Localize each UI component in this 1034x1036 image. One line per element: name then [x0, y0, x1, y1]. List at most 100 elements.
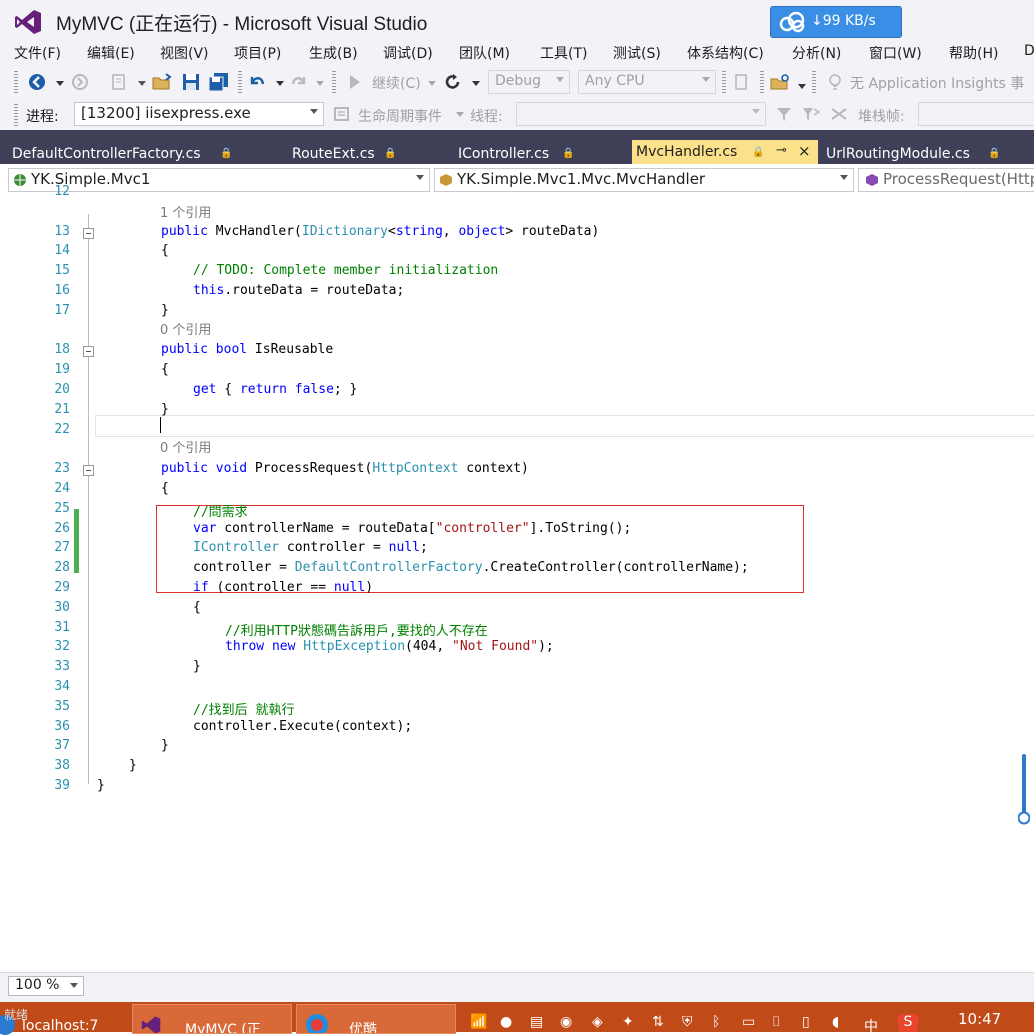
code-line[interactable]: if (controller == null) — [193, 580, 373, 595]
menu-edit[interactable]: 编辑(E) — [87, 43, 135, 63]
code-line[interactable]: public MvcHandler(IDictionary<string, ob… — [161, 224, 599, 239]
menu-file[interactable]: 文件(F) — [14, 43, 61, 63]
tray-shield-icon[interactable]: ⛨ — [682, 1014, 693, 1030]
code-line[interactable]: controller.Execute(context); — [193, 719, 412, 734]
code-line[interactable]: IController controller = null; — [193, 540, 428, 555]
code-line[interactable]: //利用HTTP狀態碼告訴用戶,要找的人不存在 — [225, 620, 488, 639]
tab-mvc-handler[interactable]: MvcHandler.cs 🔒 ⊸ × — [632, 140, 818, 164]
code-lens-references[interactable]: 1 个引用 — [160, 202, 211, 221]
menu-architecture[interactable]: 体系结构(C) — [687, 43, 764, 63]
pin-tab-icon[interactable]: ⊸ — [776, 143, 787, 158]
task-visual-studio[interactable]: MyMVC (正 — [132, 1004, 292, 1034]
menu-window[interactable]: 窗口(W) — [869, 43, 922, 63]
code-line[interactable]: } — [161, 402, 169, 417]
qq-icon[interactable]: ◉ — [560, 1014, 572, 1030]
class-select[interactable]: YK.Simple.Mvc1.Mvc.MvcHandler — [434, 168, 854, 192]
redo-icon[interactable] — [290, 73, 308, 91]
menu-tools[interactable]: 工具(T) — [540, 43, 587, 63]
find-in-files-icon[interactable] — [770, 73, 790, 91]
toolbar-grip[interactable] — [14, 104, 18, 126]
toolbar-overflow-icon[interactable] — [798, 84, 806, 89]
code-line[interactable]: } — [193, 659, 201, 674]
menu-project[interactable]: 项目(P) — [234, 43, 281, 63]
open-folder-icon[interactable] — [152, 73, 172, 91]
project-select[interactable]: YK.Simple.Mvc1 — [8, 168, 430, 192]
code-line[interactable]: } — [129, 758, 137, 773]
close-tab-icon[interactable]: × — [798, 142, 811, 160]
solution-config-select[interactable]: Debug — [488, 70, 570, 94]
code-line[interactable]: var controllerName = routeData["controll… — [193, 521, 631, 536]
tray-monitor-icon[interactable]: ▯ — [802, 1014, 810, 1030]
menu-help[interactable]: 帮助(H) — [949, 43, 998, 63]
tray-usb-icon[interactable]: ⌷ — [772, 1014, 780, 1030]
code-line[interactable]: } — [161, 303, 169, 318]
menu-debug[interactable]: 调试(D) — [383, 43, 433, 63]
continue-play-icon[interactable] — [350, 75, 360, 89]
continue-button-label[interactable]: 继续(C) — [372, 73, 421, 93]
forward-icon[interactable] — [72, 74, 88, 90]
tray-antivirus-icon[interactable]: ✦ — [622, 1014, 634, 1030]
task-youku[interactable]: 优酷 — [296, 1004, 456, 1034]
ime-indicator[interactable]: 中 — [864, 1016, 878, 1036]
bluetooth-icon[interactable]: ᛒ — [712, 1014, 720, 1030]
scroll-indicator-icon[interactable] — [1018, 754, 1030, 826]
menu-test[interactable]: 测试(S) — [613, 43, 661, 63]
back-dropdown-icon[interactable] — [56, 81, 64, 86]
code-line[interactable]: //問需求 — [193, 501, 248, 520]
save-icon[interactable] — [182, 73, 200, 91]
code-line[interactable]: } — [161, 738, 169, 753]
code-line[interactable]: public void ProcessRequest(HttpContext c… — [161, 461, 529, 476]
stack-frame-select[interactable] — [918, 102, 1034, 126]
lifecycle-events-label[interactable]: 生命周期事件 — [358, 106, 442, 126]
lifecycle-events-icon[interactable] — [334, 106, 350, 122]
code-line[interactable]: controller = DefaultControllerFactory.Cr… — [193, 560, 749, 575]
code-line[interactable]: throw new HttpException(404, "Not Found"… — [225, 639, 554, 654]
code-line[interactable]: { — [161, 243, 169, 258]
undo-icon[interactable] — [248, 73, 266, 91]
tray-app-icon[interactable]: ● — [500, 1014, 512, 1030]
toolbar-grip[interactable] — [812, 71, 816, 93]
code-line[interactable]: { — [193, 600, 201, 615]
flag-threads-icon[interactable] — [802, 106, 820, 122]
restart-dropdown-icon[interactable] — [472, 81, 480, 86]
undo-dropdown-icon[interactable] — [276, 81, 284, 86]
member-select[interactable]: ProcessRequest(Http — [858, 168, 1034, 192]
save-all-icon[interactable] — [208, 72, 230, 92]
sogou-ime-icon[interactable]: S — [898, 1014, 918, 1032]
tab-route-ext[interactable]: RouteExt.cs 🔒 — [280, 142, 404, 164]
hide-threads-icon[interactable] — [830, 106, 848, 122]
clock[interactable]: 10:47 — [958, 1010, 1001, 1028]
lifecycle-dropdown-icon[interactable] — [456, 112, 464, 117]
application-insights-icon[interactable] — [826, 73, 846, 91]
redo-dropdown-icon[interactable] — [316, 81, 324, 86]
new-dropdown-icon[interactable] — [138, 81, 146, 86]
code-line[interactable]: { — [161, 362, 169, 377]
network-speed-badge[interactable]: ↓99 KB/s — [770, 6, 902, 38]
tray-storage-icon[interactable]: ▤ — [530, 1014, 543, 1030]
code-line[interactable]: //找到后 就執行 — [193, 699, 294, 718]
tray-sync-icon[interactable]: ⇅ — [652, 1014, 664, 1030]
menu-build[interactable]: 生成(B) — [309, 43, 358, 63]
thread-select[interactable] — [516, 102, 766, 126]
new-project-icon[interactable] — [110, 73, 128, 91]
menu-analyze[interactable]: 分析(N) — [792, 43, 841, 63]
code-line[interactable]: } — [97, 778, 105, 793]
platform-select[interactable]: Any CPU — [578, 70, 716, 94]
tray-device-icon[interactable]: ▭ — [742, 1014, 755, 1030]
restart-icon[interactable] — [444, 73, 462, 91]
toolbar-grip[interactable] — [14, 71, 18, 93]
code-line[interactable]: // TODO: Complete member initialization — [193, 263, 498, 278]
zoom-select[interactable]: 100 % — [8, 976, 84, 996]
application-insights-label[interactable]: 无 Application Insights 事 — [850, 73, 1024, 93]
filter-icon[interactable] — [776, 106, 792, 122]
collapse-region-icon[interactable] — [83, 228, 94, 239]
code-lens-references[interactable]: 0 个引用 — [160, 437, 211, 456]
collapse-region-icon[interactable] — [83, 465, 94, 476]
code-lens-references[interactable]: 0 个引用 — [160, 319, 211, 338]
volume-icon[interactable]: ◖ — [832, 1014, 839, 1030]
task-localhost[interactable]: 就绪 localhost:7 — [0, 1002, 128, 1035]
menu-view[interactable]: 视图(V) — [160, 43, 209, 63]
tab-url-routing-module[interactable]: UrlRoutingModule.cs 🔒 — [818, 142, 1034, 164]
tray-network-icon[interactable]: ◈ — [592, 1014, 603, 1030]
process-select[interactable]: [13200] iisexpress.exe — [74, 102, 324, 126]
